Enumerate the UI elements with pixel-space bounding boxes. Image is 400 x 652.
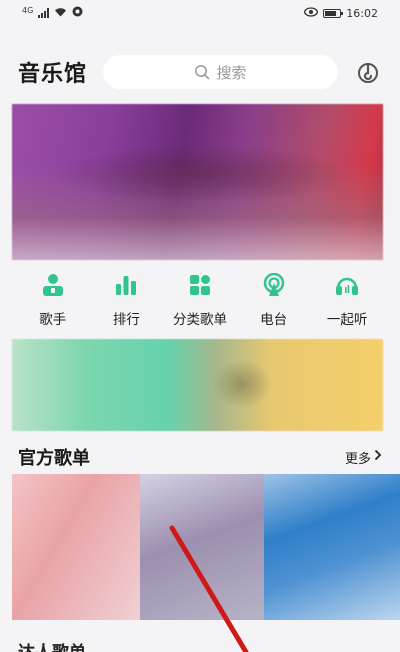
banner-carousel[interactable]	[12, 104, 383, 260]
wifi-icon	[54, 7, 67, 20]
eye-comfort-icon	[304, 6, 319, 20]
vpn-icon	[72, 6, 83, 20]
promo-banner[interactable]	[12, 339, 383, 431]
playlist-card[interactable]	[12, 474, 140, 620]
singer-icon	[40, 272, 66, 298]
search-placeholder: 搜索	[216, 63, 247, 82]
playlist-card[interactable]	[140, 474, 264, 620]
nav-label: 歌手	[39, 312, 67, 328]
radio-icon	[261, 272, 287, 298]
battery-icon	[323, 8, 344, 18]
more-link[interactable]: 更多	[345, 448, 382, 467]
category-icon	[187, 272, 213, 298]
playlist-row	[12, 474, 400, 620]
chevron-right-icon	[374, 449, 382, 465]
section-title: 官方歌单	[18, 448, 90, 469]
nav-item-singer[interactable]: 歌手	[21, 272, 85, 332]
next-section-title: 达人歌单	[18, 638, 86, 652]
nav-label: 排行	[112, 312, 140, 328]
nav-item-listen-together[interactable]: 一起听	[315, 272, 379, 332]
quick-nav: 歌手 排行 分类歌单 电台 一起听	[0, 272, 400, 332]
status-left: 4G	[22, 6, 83, 20]
nav-label: 分类歌单	[172, 312, 227, 328]
status-bar: 4G 16:02	[0, 0, 400, 26]
nav-item-ranking[interactable]: 排行	[94, 272, 158, 332]
clock: 16:02	[346, 6, 378, 20]
chart-icon	[113, 272, 139, 298]
search-icon	[194, 64, 210, 80]
official-playlists-header: 官方歌单 更多	[0, 442, 400, 472]
search-input[interactable]: 搜索	[103, 55, 338, 89]
nav-label: 一起听	[326, 312, 368, 328]
network-type-label: 4G	[22, 5, 34, 15]
nav-label: 电台	[260, 312, 288, 328]
signal-icon	[38, 8, 50, 18]
nav-item-category-playlists[interactable]: 分类歌单	[168, 272, 232, 332]
nav-item-radio[interactable]: 电台	[242, 272, 306, 332]
music-recognition-icon[interactable]	[356, 60, 380, 88]
header: 音乐馆 搜索	[0, 50, 400, 94]
playlist-card[interactable]	[264, 474, 400, 620]
page-title: 音乐馆	[18, 62, 88, 87]
status-right: 16:02	[304, 7, 378, 20]
more-label: 更多	[344, 451, 371, 467]
headphones-icon	[334, 272, 360, 298]
